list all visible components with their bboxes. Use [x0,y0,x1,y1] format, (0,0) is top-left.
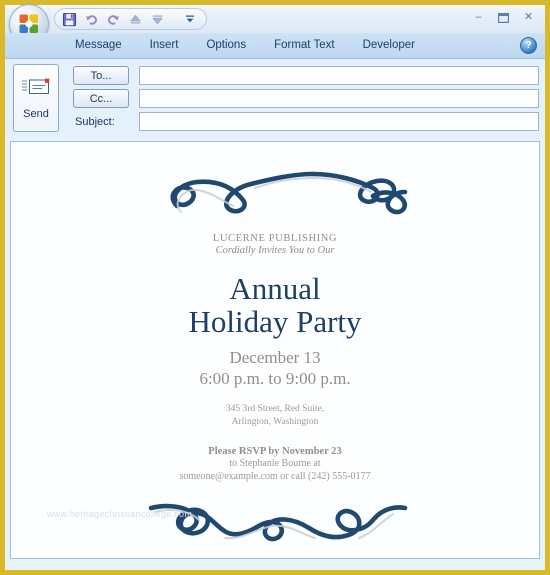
invitation-date: December 13 [229,348,321,368]
tab-format-text[interactable]: Format Text [260,35,349,56]
title-bar: – ✕ [5,4,545,44]
invitation-title-line2: Holiday Party [188,303,362,339]
customize-quick-access-icon[interactable] [180,10,200,28]
subject-row: Subject: [73,112,539,131]
invitation-address-line2: Arlington, Washington [231,416,319,427]
subject-label: Subject: [75,115,115,128]
to-button[interactable]: To... [73,66,129,85]
cc-button[interactable]: Cc... [73,89,129,108]
tab-options[interactable]: Options [192,35,260,56]
subject-input[interactable] [139,112,539,131]
address-fields: To... Cc... Subject: [59,64,539,139]
undo-icon[interactable] [81,10,101,28]
tab-insert[interactable]: Insert [136,35,193,56]
outlook-message-window: – ✕ Message Insert Options Format Text D… [0,0,550,575]
save-icon[interactable] [59,10,79,28]
rsvp-contact-details: someone@example.com or call (242) 555-01… [179,471,371,483]
to-input[interactable] [139,66,539,85]
tab-message[interactable]: Message [61,35,136,56]
tab-developer[interactable]: Developer [349,35,429,56]
next-item-icon[interactable] [147,10,167,28]
window-controls: – ✕ [468,9,539,26]
minimize-button[interactable]: – [468,9,489,26]
cc-input[interactable] [139,89,539,108]
invitation-time: 6:00 p.m. to 9:00 p.m. [199,369,351,389]
redo-icon[interactable] [103,10,123,28]
invitation-title-line1: Annual [229,271,321,306]
compose-header: Send To... Cc... Subject: [5,59,545,139]
rsvp-headline: Please RSVP by November 23 [208,445,342,457]
help-icon[interactable]: ? [520,37,537,54]
invitation-card: LUCERNE PUBLISHING Cordially Invites You… [11,142,539,558]
message-body[interactable]: LUCERNE PUBLISHING Cordially Invites You… [10,141,540,559]
send-button[interactable]: Send [13,64,59,132]
close-button[interactable]: ✕ [518,9,539,26]
cc-row: Cc... [73,89,539,108]
flourish-ornament-top-icon [125,160,425,227]
to-row: To... [73,66,539,85]
organization-name: LUCERNE PUBLISHING [212,233,338,244]
envelope-send-icon [21,76,51,103]
previous-item-icon[interactable] [125,10,145,28]
quick-access-toolbar [54,8,207,30]
cordially-invites-text: Cordially Invites You to Our [215,245,335,256]
invitation-address-line1: 345 3rd Street, Red Suite, [225,404,325,415]
rsvp-contact-name: to Stephanie Bourne at [229,457,321,469]
watermark-text: www.heritagechristiancollege.com [47,509,193,519]
flourish-ornament-bottom-icon [125,494,425,558]
send-button-label: Send [23,108,49,120]
ribbon-tab-strip: Message Insert Options Format Text Devel… [5,33,545,59]
maximize-button[interactable] [493,9,514,26]
